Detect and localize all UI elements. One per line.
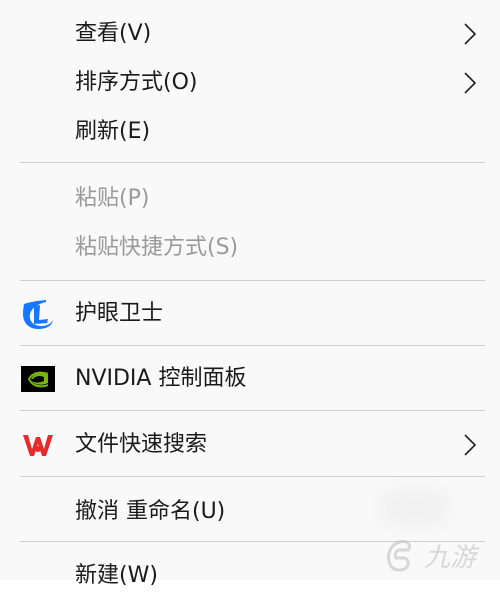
menu-item-label: 排序方式(O): [75, 70, 198, 95]
menu-item-quick-file-search[interactable]: 文件快速搜索: [0, 422, 500, 468]
chevron-right-icon: [464, 434, 477, 456]
menu-item-label: 粘贴(P): [75, 186, 150, 211]
menu-item-label: 刷新(E): [75, 119, 151, 144]
svg-text:九游: 九游: [424, 543, 480, 573]
menu-separator: [20, 345, 485, 346]
menu-separator: [20, 280, 485, 281]
menu-separator: [20, 410, 485, 411]
chevron-right-icon: [464, 23, 477, 45]
menu-item-label: NVIDIA 控制面板: [75, 366, 247, 391]
menu-item-label: 粘贴快捷方式(S): [75, 235, 239, 260]
menu-item-label: 文件快速搜索: [75, 432, 208, 457]
menu-item-view[interactable]: 查看(V): [0, 11, 500, 57]
nvidia-icon: [21, 366, 55, 392]
menu-item-eye-guard[interactable]: 护眼卫士: [0, 291, 500, 337]
blurred-area: [380, 488, 450, 528]
menu-item-sort-by[interactable]: 排序方式(O): [0, 60, 500, 106]
menu-item-nvidia-control-panel[interactable]: NVIDIA 控制面板: [0, 356, 500, 402]
wps-icon: [23, 435, 53, 456]
menu-item-paste: 粘贴(P): [0, 176, 500, 222]
eye-guard-icon: [23, 300, 53, 329]
chevron-right-icon: [464, 72, 477, 94]
menu-item-label: 新建(W): [75, 563, 158, 588]
menu-item-label: 查看(V): [75, 21, 152, 46]
context-menu: 查看(V) 排序方式(O) 刷新(E) 粘贴(P) 粘贴快捷方式(S) 护眼卫士: [0, 0, 500, 588]
menu-separator: [20, 162, 485, 163]
menu-item-label: 撤消 重命名(U): [75, 499, 226, 524]
menu-item-paste-shortcut: 粘贴快捷方式(S): [0, 225, 500, 271]
menu-item-refresh[interactable]: 刷新(E): [0, 109, 500, 155]
menu-item-label: 护眼卫士: [75, 301, 164, 326]
jiuyou-watermark-logo: 九游: [386, 540, 480, 573]
menu-separator: [20, 476, 485, 477]
